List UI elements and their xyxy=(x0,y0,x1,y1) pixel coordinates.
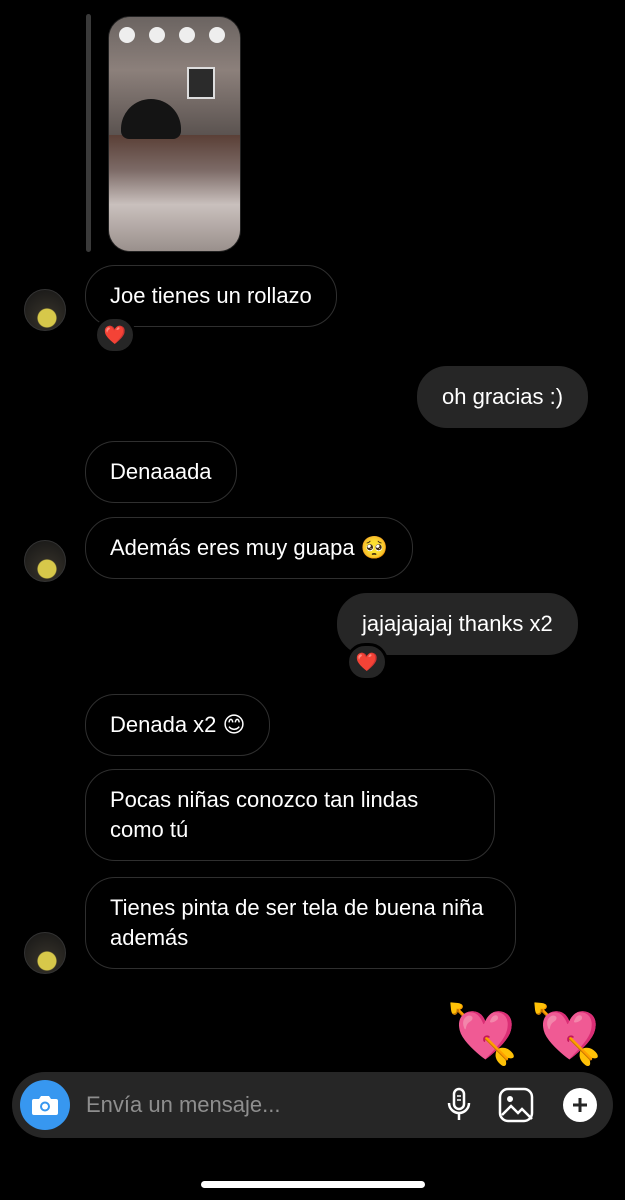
message-bubble-incoming[interactable]: Denaaada xyxy=(85,441,237,503)
red-heart-icon: ❤️ xyxy=(103,324,127,345)
microphone-button[interactable] xyxy=(440,1086,478,1124)
heart-with-arrow-sticker[interactable]: 💘 xyxy=(440,996,522,1068)
home-indicator[interactable] xyxy=(201,1181,425,1188)
heart-with-arrow-sticker[interactable]: 💘 xyxy=(524,996,606,1068)
red-heart-icon: ❤️ xyxy=(355,651,379,672)
message-text: Además eres muy guapa 🥺 xyxy=(110,535,389,560)
camera-icon xyxy=(32,1096,58,1115)
gallery-button[interactable] xyxy=(497,1086,535,1124)
story-sticker xyxy=(187,67,215,99)
message-composer xyxy=(12,1072,613,1138)
sender-avatar[interactable] xyxy=(24,932,66,974)
message-bubble-outgoing[interactable]: oh gracias :) xyxy=(417,366,589,428)
plus-icon xyxy=(573,1098,587,1112)
story-reply-bar xyxy=(86,14,91,252)
sender-avatar[interactable] xyxy=(24,289,66,331)
story-photo-bottom xyxy=(109,135,240,251)
message-input[interactable] xyxy=(86,1090,386,1120)
lamp-shape xyxy=(209,27,225,43)
reaction-badge[interactable]: ❤️ xyxy=(94,316,136,354)
message-text: Denaaada xyxy=(110,459,212,484)
message-text: Joe tienes un rollazo xyxy=(110,283,312,308)
message-text: Denada x2 😊 xyxy=(110,712,246,737)
message-text: Pocas niñas conozco tan lindas como tú xyxy=(110,787,419,842)
lamp-shape xyxy=(149,27,165,43)
camera-button[interactable] xyxy=(20,1080,70,1130)
plus-button[interactable] xyxy=(563,1088,597,1122)
lamp-shape xyxy=(179,27,195,43)
gallery-icon xyxy=(498,1087,534,1123)
message-bubble-incoming[interactable]: Denada x2 😊 xyxy=(85,694,271,756)
message-bubble-incoming[interactable]: Además eres muy guapa 🥺 xyxy=(85,517,414,579)
heart-arrow-icon: 💘 xyxy=(530,1002,603,1067)
message-text: Tienes pinta de ser tela de buena niña a… xyxy=(110,895,484,950)
message-bubble-incoming[interactable]: Pocas niñas conozco tan lindas como tú xyxy=(85,769,495,861)
microphone-icon xyxy=(447,1087,471,1120)
sender-avatar[interactable] xyxy=(24,540,66,582)
reaction-badge[interactable]: ❤️ xyxy=(346,643,388,681)
heart-arrow-icon: 💘 xyxy=(446,1002,519,1067)
story-reply-thumbnail[interactable] xyxy=(108,16,241,252)
lamp-shape xyxy=(119,27,135,43)
message-text: jajajajajaj thanks x2 xyxy=(362,611,553,636)
message-text: oh gracias :) xyxy=(442,384,564,409)
message-bubble-incoming[interactable]: Tienes pinta de ser tela de buena niña a… xyxy=(85,877,516,969)
